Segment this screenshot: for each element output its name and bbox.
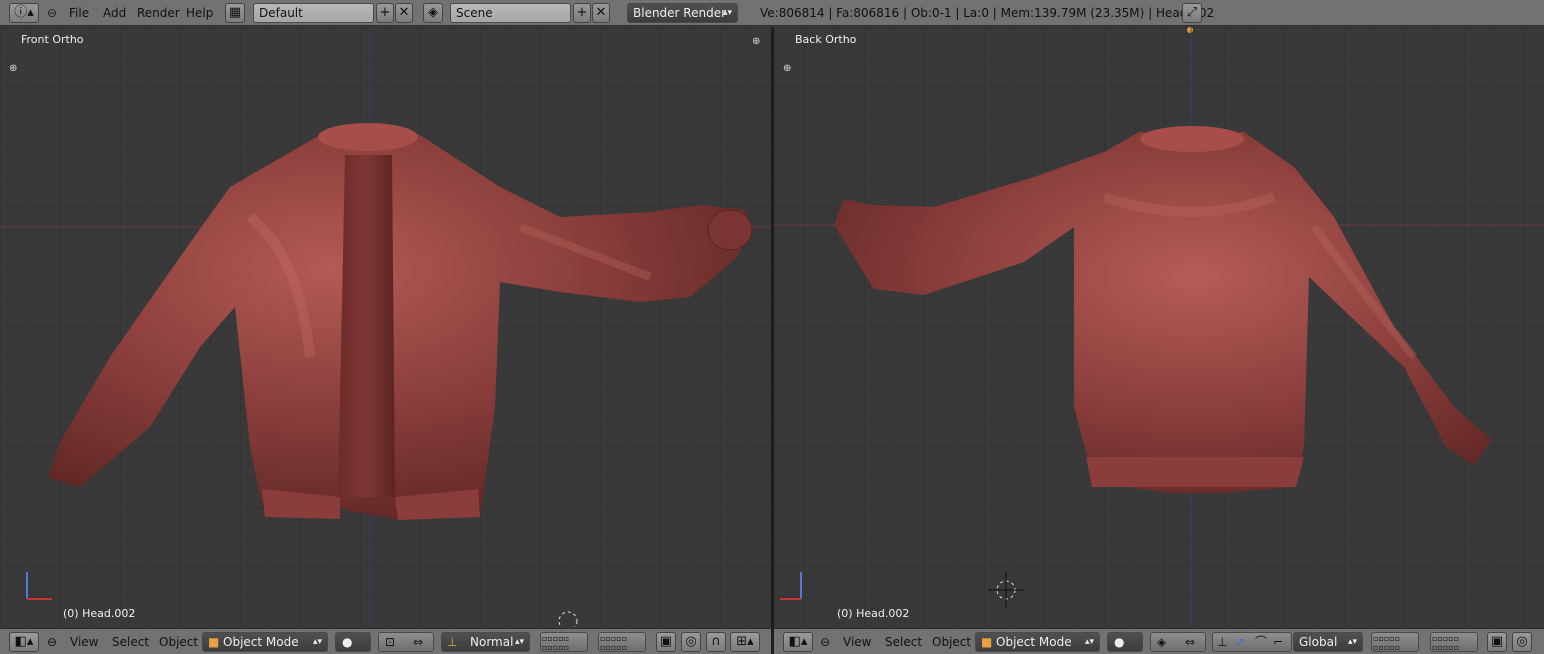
remove-layout-icon[interactable]: ✕ — [395, 3, 413, 23]
snap-element-icon[interactable]: ⊞▴ — [730, 632, 760, 652]
translate-icon: ⊥ — [1217, 635, 1228, 649]
menu-select[interactable]: Select — [112, 632, 149, 652]
collapse-menu-icon[interactable]: ⊖ — [47, 632, 57, 652]
add-layout-icon[interactable]: + — [376, 3, 394, 23]
viewport-back[interactable]: Back Ortho ⊕ (0) Head.002 — [774, 27, 1544, 627]
proportional-edit-icon[interactable]: ◎ — [681, 632, 701, 652]
jacket-back-shell — [834, 132, 1492, 493]
active-object-label: (0) Head.002 — [837, 607, 910, 620]
dropdown-arrows-icon: ▴▾ — [514, 637, 524, 647]
jacket-inner — [338, 155, 395, 497]
manipulator-icon: ⇔ — [1185, 635, 1196, 649]
layer-lock-icon[interactable]: ▣ — [1487, 632, 1507, 652]
collapse-menu-icon[interactable]: ⊖ — [820, 632, 830, 652]
orientation-label: Normal — [470, 635, 514, 649]
proportional-edit-icon[interactable]: ◎ — [1512, 632, 1532, 652]
mode-select[interactable]: ■ Object Mode ▴▾ — [975, 632, 1100, 652]
object-mode-icon: ■ — [208, 635, 220, 649]
editor-type-info-icon[interactable]: ⓘ▴ — [9, 3, 39, 23]
layer-buttons-1[interactable]: ▫▫▫▫▫ ▫▫▫▫▫ — [1371, 632, 1419, 652]
menu-view[interactable]: View — [70, 632, 98, 652]
transform-orientation-select[interactable]: Global ▴▾ — [1293, 632, 1363, 652]
jacket-cuff — [707, 209, 753, 251]
pivot-icon: ⊡ — [385, 635, 396, 649]
shading-select[interactable]: ● — [335, 632, 371, 652]
screen-layout-icon[interactable]: ▦ — [225, 3, 245, 23]
menu-select[interactable]: Select — [885, 632, 922, 652]
menu-add[interactable]: Add — [103, 3, 126, 23]
menu-file[interactable]: File — [69, 3, 89, 23]
jacket-back-collar — [1140, 126, 1244, 152]
layer-buttons-1[interactable]: ▫▫▫▫▫ ▫▫▫▫▫ — [540, 632, 588, 652]
dropdown-arrows-icon: ▴▾ — [1084, 637, 1094, 647]
solid-shading-icon: ● — [1114, 635, 1125, 649]
manipulator-icon: ⇔ — [413, 635, 424, 649]
scene-field[interactable]: Scene — [450, 3, 571, 23]
mode-label: Object Mode — [223, 635, 299, 649]
mode-label: Object Mode — [996, 635, 1072, 649]
render-engine-label: Blender Render — [633, 6, 727, 20]
pivot-select[interactable]: ⊡ ⇔ — [378, 632, 434, 652]
jacket-back-hem — [1086, 457, 1304, 487]
viewport-back-header: ◧▴ ⊖ View Select Object ■ Object Mode ▴▾… — [774, 628, 1544, 654]
back-jacket-render — [774, 27, 1544, 627]
3d-cursor-icon — [558, 611, 578, 627]
menu-help[interactable]: Help — [186, 3, 213, 23]
viewport-front-header: ◧▴ ⊖ View Select Object ■ Object Mode ▴▾… — [0, 628, 771, 654]
dropdown-arrows-icon: ▴▾ — [312, 637, 322, 647]
editor-type-3dview-icon[interactable]: ◧▴ — [783, 632, 813, 652]
add-scene-icon[interactable]: + — [573, 3, 591, 23]
info-header: ⓘ▴ ⊖ File Add Render Help ▦ Default + ✕ … — [0, 0, 1544, 26]
front-jacket-render — [0, 27, 771, 627]
layer-buttons-2[interactable]: ▫▫▫▫▫ ▫▫▫▫▫ — [1430, 632, 1478, 652]
menu-object[interactable]: Object — [159, 632, 198, 652]
manipulator-buttons[interactable]: ⊥ ↗ ⌒ ⌐ — [1212, 632, 1292, 652]
collapse-menu-icon[interactable]: ⊖ — [47, 3, 57, 23]
viewport-front[interactable]: Front Ortho ⊕ ⊕ (0) Head.002 — [0, 27, 771, 627]
object-mode-icon: ■ — [981, 635, 993, 649]
solid-shading-icon: ● — [342, 635, 353, 649]
mode-select[interactable]: ■ Object Mode ▴▾ — [202, 632, 328, 652]
scene-icon[interactable]: ◈ — [423, 3, 443, 23]
pivot-icon: ◈ — [1157, 635, 1167, 649]
transform-orientation-select[interactable]: ⊥ Normal ▴▾ — [441, 632, 530, 652]
menu-view[interactable]: View — [843, 632, 871, 652]
editor-type-3dview-icon[interactable]: ◧▴ — [9, 632, 39, 652]
dropdown-arrows-icon: ▴▾ — [722, 8, 732, 18]
jacket-shell — [48, 135, 752, 520]
scale-icon: ⌒ — [1255, 635, 1268, 649]
menu-render[interactable]: Render — [137, 3, 180, 23]
active-object-label: (0) Head.002 — [63, 607, 136, 620]
snap-icon[interactable]: ∩ — [706, 632, 726, 652]
layer-lock-icon[interactable]: ▣ — [656, 632, 676, 652]
scale-handle-icon: ⌐ — [1273, 635, 1284, 649]
fullscreen-icon[interactable]: ⤢ — [1182, 3, 1202, 23]
scene-statistics: Ve:806814 | Fa:806816 | Ob:0-1 | La:0 | … — [760, 6, 1215, 20]
remove-scene-icon[interactable]: ✕ — [592, 3, 610, 23]
rotate-icon: ↗ — [1235, 635, 1246, 649]
shading-select[interactable]: ● — [1107, 632, 1143, 652]
pivot-select[interactable]: ◈ ⇔ — [1150, 632, 1206, 652]
screen-layout-field[interactable]: Default — [253, 3, 374, 23]
jacket-collar — [318, 123, 418, 151]
orientation-icon: ⊥ — [447, 635, 458, 649]
render-engine-select[interactable]: Blender Render ▴▾ — [627, 3, 738, 23]
menu-object[interactable]: Object — [932, 632, 971, 652]
layer-buttons-2[interactable]: ▫▫▫▫▫ ▫▫▫▫▫ — [598, 632, 646, 652]
orientation-label: Global — [1299, 635, 1338, 649]
dropdown-arrows-icon: ▴▾ — [1347, 637, 1357, 647]
